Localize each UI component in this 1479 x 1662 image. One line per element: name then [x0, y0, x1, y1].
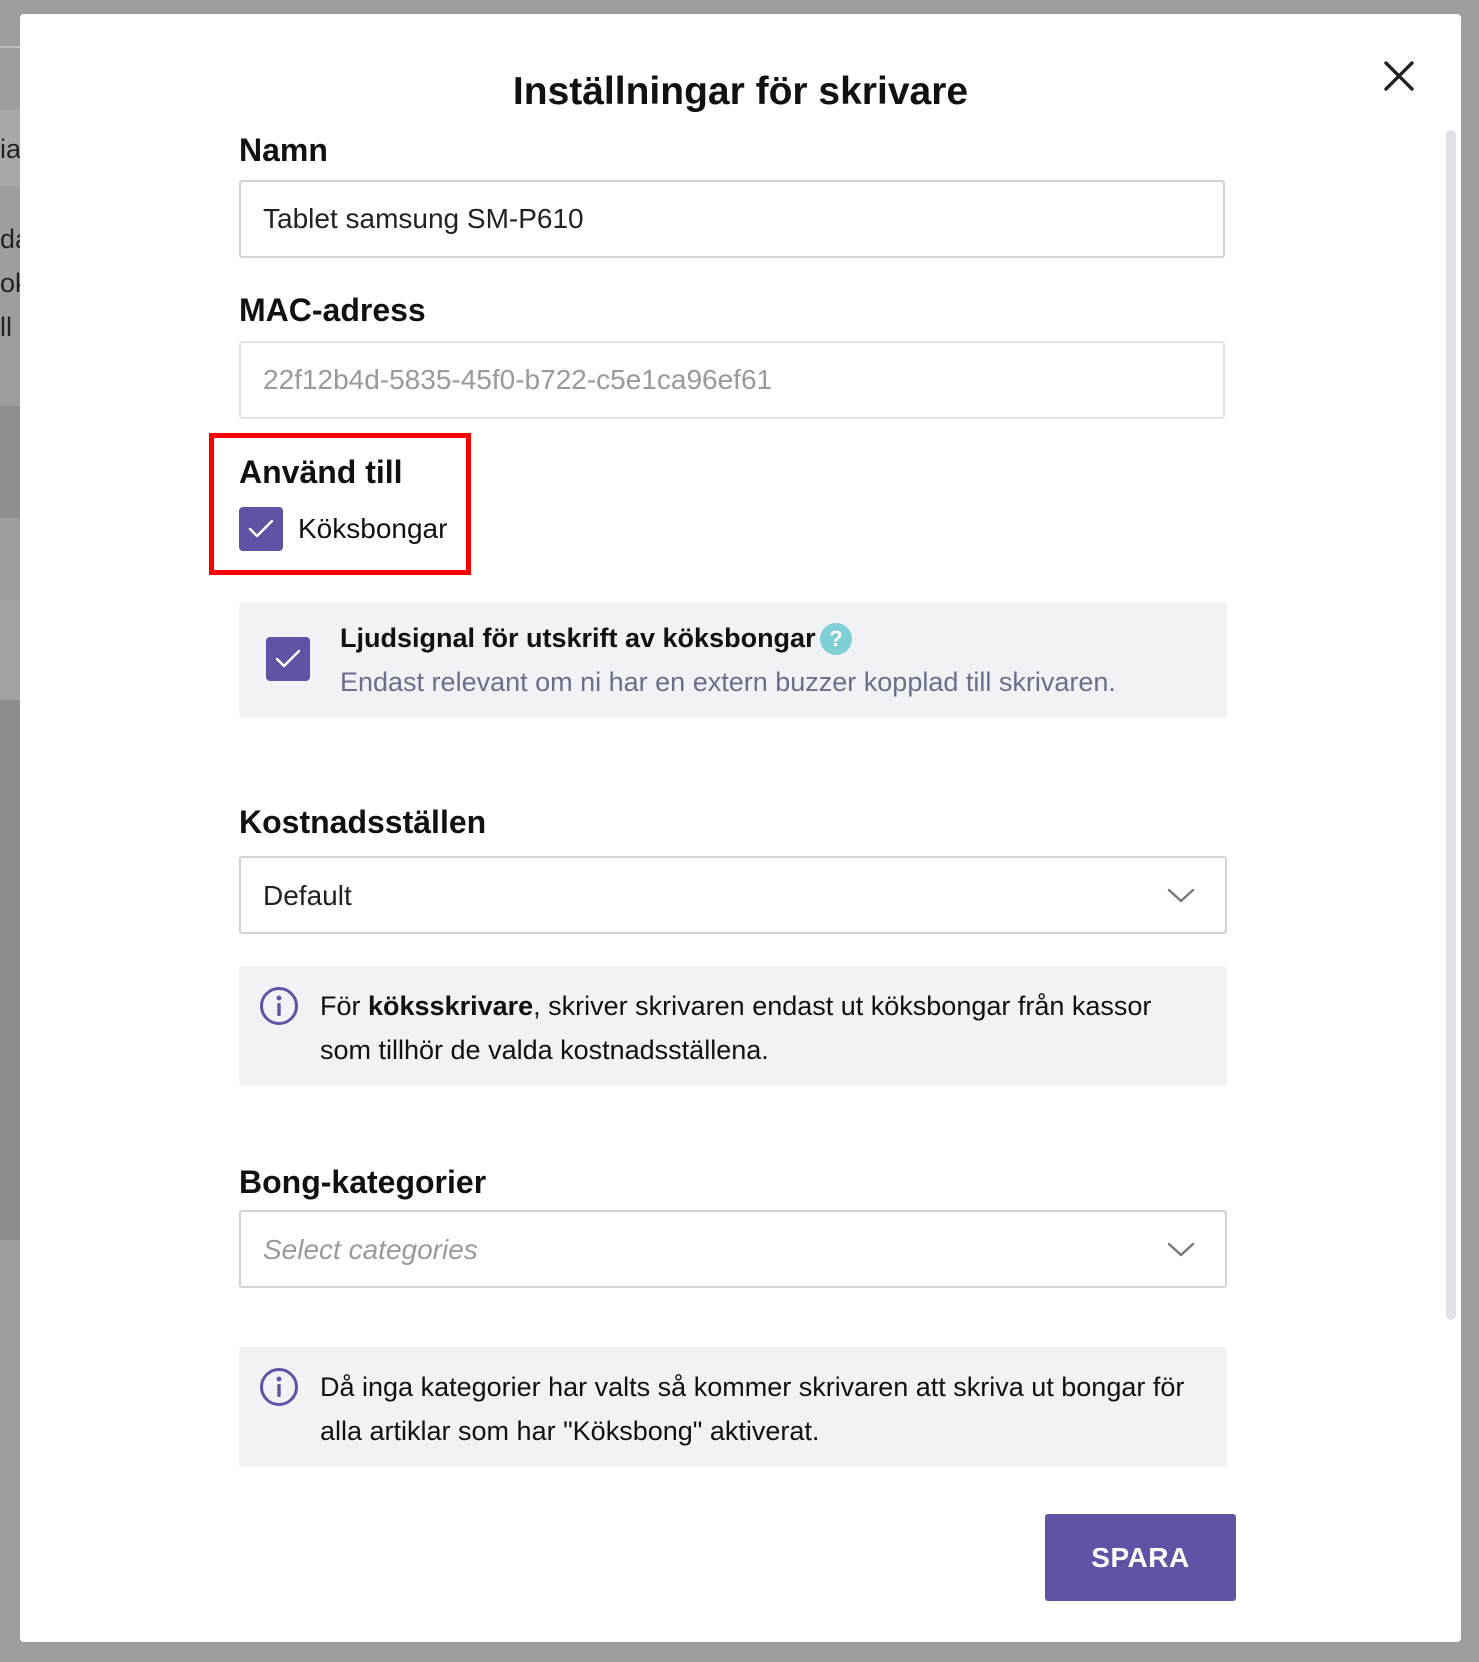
cost-centers-info-line1: För köksskrivare, skriver skrivaren enda…: [320, 984, 1151, 1028]
background-block: [0, 700, 20, 1240]
mac-address-input: [239, 341, 1225, 419]
info-icon: [260, 987, 298, 1025]
background-divider: [0, 46, 20, 48]
cost-centers-selected-value: Default: [263, 880, 352, 911]
close-icon: [1384, 61, 1414, 91]
ticket-categories-select[interactable]: Select categories: [239, 1210, 1227, 1288]
checkmark-icon: [248, 519, 274, 538]
name-input[interactable]: [239, 180, 1225, 258]
info-prefix: För: [320, 991, 369, 1021]
printer-settings-dialog: Inställningar för skrivare Namn MAC-adre…: [20, 14, 1461, 1642]
name-label: Namn: [239, 132, 328, 168]
buzzer-description: Endast relevant om ni har en extern buzz…: [340, 667, 1116, 697]
buzzer-panel: [239, 602, 1227, 718]
kitchen-tickets-label[interactable]: Köksbongar: [298, 513, 447, 545]
kitchen-tickets-checkbox[interactable]: [239, 507, 283, 551]
cost-centers-label: Kostnadsställen: [239, 804, 487, 840]
info-bold-term: köksskrivare: [368, 991, 534, 1021]
chevron-down-icon: [1167, 888, 1195, 903]
scrollbar-thumb[interactable]: [1446, 130, 1456, 1320]
buzzer-title: Ljudsignal för utskrift av köksbongar: [340, 623, 816, 653]
help-icon[interactable]: ?: [820, 623, 852, 655]
buzzer-checkbox[interactable]: [266, 637, 310, 681]
cost-centers-info-line2: som tillhör de valda kostnadsställena.: [320, 1035, 769, 1065]
background-text: ia: [0, 134, 22, 164]
checkmark-icon: [275, 649, 301, 668]
ticket-categories-info-line2: alla artiklar som har "Köksbong" aktiver…: [320, 1416, 820, 1446]
background-block: [0, 406, 20, 518]
background-text: ll: [0, 312, 12, 342]
ticket-categories-label: Bong-kategorier: [239, 1164, 487, 1200]
info-rest: , skriver skrivaren endast ut köksbongar…: [533, 991, 1152, 1021]
info-icon: [260, 1368, 298, 1406]
cost-centers-select[interactable]: Default: [239, 856, 1227, 934]
ticket-categories-info-line1: Då inga kategorier har valts så kommer s…: [320, 1372, 1185, 1402]
chevron-down-icon: [1167, 1242, 1195, 1257]
mac-address-label: MAC-adress: [239, 292, 426, 328]
use-for-label: Använd till: [239, 454, 403, 490]
save-button[interactable]: SPARA: [1045, 1514, 1236, 1601]
close-button[interactable]: [1375, 52, 1423, 100]
dialog-title: Inställningar för skrivare: [512, 70, 969, 113]
ticket-categories-placeholder: Select categories: [263, 1234, 478, 1265]
background-block: [0, 600, 20, 700]
